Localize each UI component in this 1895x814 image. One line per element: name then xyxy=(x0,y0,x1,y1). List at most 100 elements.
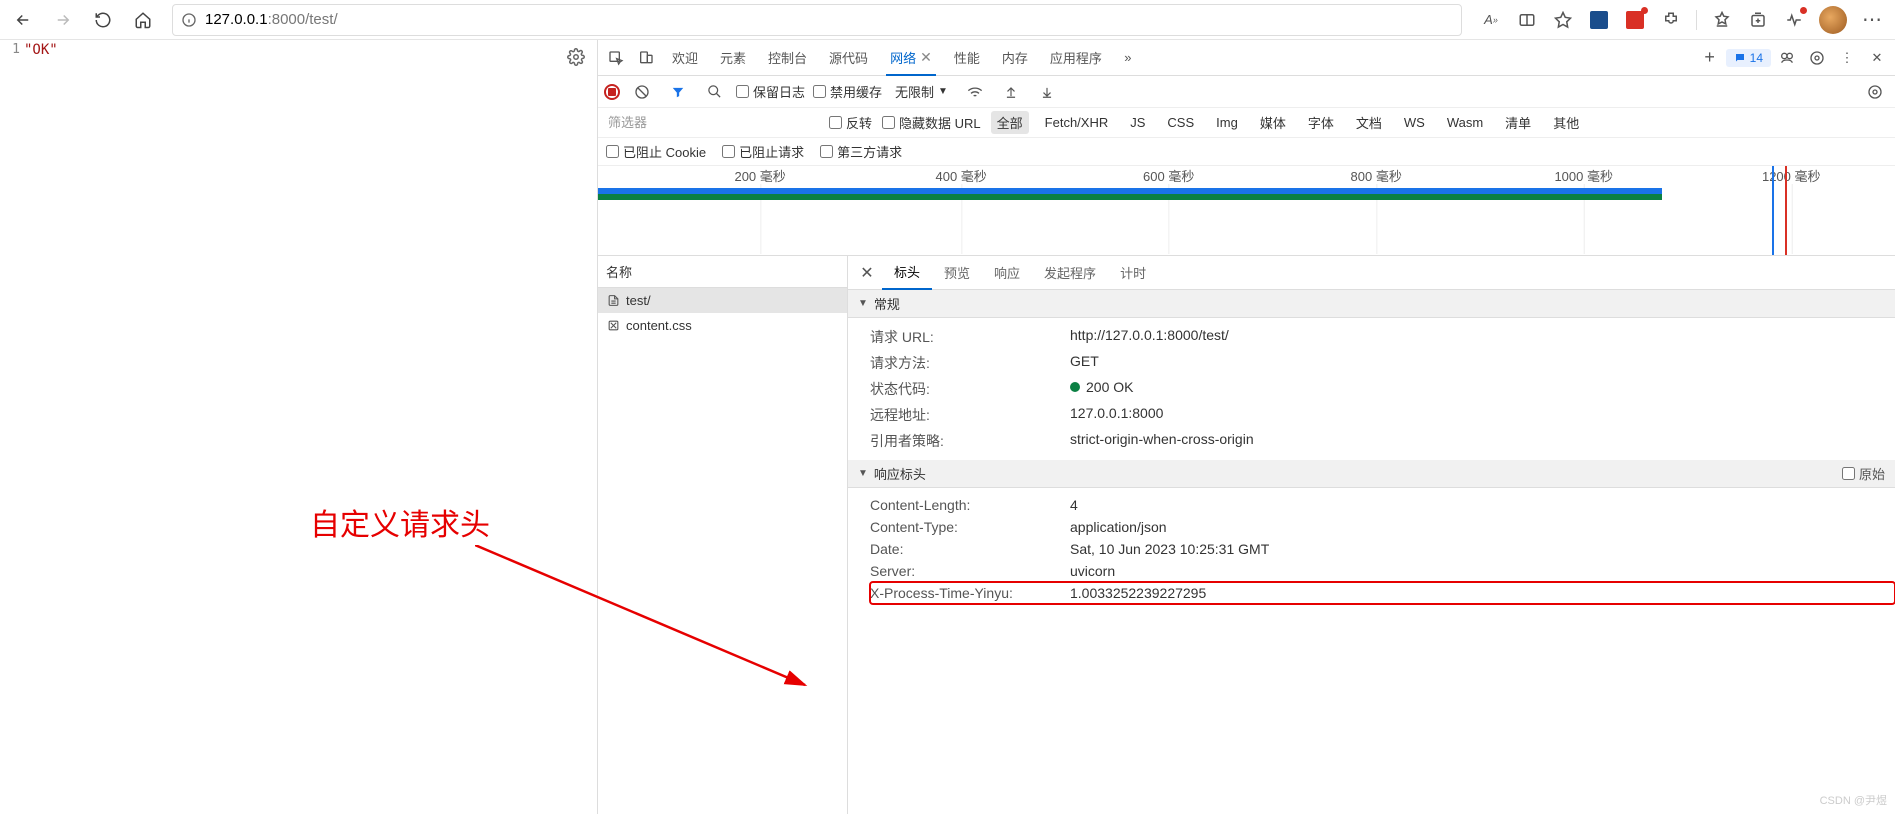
address-bar[interactable]: 127.0.0.1:8000/test/ xyxy=(172,4,1462,36)
tab-network[interactable]: 网络✕ xyxy=(880,40,942,76)
tab-application[interactable]: 应用程序 xyxy=(1040,40,1112,76)
header-value: application/json xyxy=(1070,519,1895,535)
type-fetch[interactable]: Fetch/XHR xyxy=(1039,113,1115,132)
ext-pdf-icon[interactable] xyxy=(1624,9,1646,31)
issues-badge[interactable]: 14 xyxy=(1726,49,1771,67)
type-all[interactable]: 全部 xyxy=(991,111,1029,134)
detail-tab-initiator[interactable]: 发起程序 xyxy=(1032,256,1108,290)
section-response-headers[interactable]: ▼ 响应标头 原始 xyxy=(848,460,1895,488)
throttle-select[interactable]: 无限制 ▼ xyxy=(890,79,953,104)
network-body: 名称 test/ content.css ✕ 标头 预览 响应 发起程序 计 xyxy=(598,256,1895,814)
close-devtools-icon[interactable]: ✕ xyxy=(1863,44,1891,72)
close-details-icon[interactable]: ✕ xyxy=(852,263,882,283)
filter-input[interactable] xyxy=(604,113,819,132)
header-key: 请求方法: xyxy=(870,353,1070,373)
type-img[interactable]: Img xyxy=(1210,113,1244,132)
detail-tab-timing[interactable]: 计时 xyxy=(1108,256,1158,290)
type-doc[interactable]: 文档 xyxy=(1350,111,1388,134)
avatar[interactable] xyxy=(1819,6,1847,34)
close-icon[interactable]: ✕ xyxy=(920,49,932,66)
forward-button[interactable] xyxy=(46,3,80,37)
header-key: Date: xyxy=(870,541,1070,557)
refresh-button[interactable] xyxy=(86,3,120,37)
type-js[interactable]: JS xyxy=(1124,113,1151,132)
tab-performance[interactable]: 性能 xyxy=(944,40,990,76)
waterfall-tick: 800 毫秒 xyxy=(1351,166,1402,185)
disable-cache-checkbox[interactable]: 禁用缓存 xyxy=(813,82,882,101)
filter-bar: 反转 隐藏数据 URL 全部 Fetch/XHR JS CSS Img 媒体 字… xyxy=(598,108,1895,138)
dock-menu-icon[interactable]: ⋮ xyxy=(1833,44,1861,72)
header-row: 请求方法:GET xyxy=(870,350,1895,376)
download-icon[interactable] xyxy=(1033,78,1061,106)
header-key: 引用者策略: xyxy=(870,431,1070,451)
column-name[interactable]: 名称 xyxy=(598,256,847,288)
invert-checkbox[interactable]: 反转 xyxy=(829,113,872,132)
ext-blue-icon[interactable] xyxy=(1588,9,1610,31)
header-row: Server:uvicorn xyxy=(870,560,1895,582)
page-settings-icon[interactable] xyxy=(567,48,585,66)
header-value: 200 OK xyxy=(1070,379,1895,399)
third-party-checkbox[interactable]: 第三方请求 xyxy=(820,142,902,161)
detail-tab-headers[interactable]: 标头 xyxy=(882,256,932,290)
waterfall-tick: 400 毫秒 xyxy=(936,166,987,185)
split-screen-icon[interactable] xyxy=(1516,9,1538,31)
performance-icon[interactable] xyxy=(1783,9,1805,31)
type-wasm[interactable]: Wasm xyxy=(1441,113,1489,132)
waterfall-overview[interactable]: 200 毫秒 400 毫秒 600 毫秒 800 毫秒 1000 毫秒 1200… xyxy=(598,166,1895,256)
tab-elements[interactable]: 元素 xyxy=(710,40,756,76)
browser-right-icons: A» ⋯ xyxy=(1474,6,1889,34)
type-media[interactable]: 媒体 xyxy=(1254,111,1292,134)
tab-sources[interactable]: 源代码 xyxy=(819,40,878,76)
detail-tab-response[interactable]: 响应 xyxy=(982,256,1032,290)
settings-icon[interactable] xyxy=(1803,44,1831,72)
network-settings-icon[interactable] xyxy=(1861,78,1889,106)
blocked-cookies-checkbox[interactable]: 已阻止 Cookie xyxy=(606,142,706,161)
wifi-icon[interactable] xyxy=(961,78,989,106)
section-general[interactable]: ▼常规 xyxy=(848,290,1895,318)
clear-icon[interactable] xyxy=(628,78,656,106)
watermark: CSDN @尹煜 xyxy=(1820,792,1887,808)
type-other[interactable]: 其他 xyxy=(1547,111,1585,134)
header-value: http://127.0.0.1:8000/test/ xyxy=(1070,327,1895,347)
filter-icon[interactable] xyxy=(664,78,692,106)
request-row[interactable]: content.css xyxy=(598,313,847,338)
tab-welcome[interactable]: 欢迎 xyxy=(662,40,708,76)
info-icon xyxy=(181,12,197,28)
back-button[interactable] xyxy=(6,3,40,37)
document-icon xyxy=(606,294,620,308)
tab-console[interactable]: 控制台 xyxy=(758,40,817,76)
line-number: 1 xyxy=(0,40,24,60)
preserve-log-checkbox[interactable]: 保留日志 xyxy=(736,82,805,101)
request-row[interactable]: test/ xyxy=(598,288,847,313)
more-menu-icon[interactable]: ⋯ xyxy=(1861,9,1883,31)
type-css[interactable]: CSS xyxy=(1161,113,1200,132)
home-button[interactable] xyxy=(126,3,160,37)
header-key: X-Process-Time-Yinyu: xyxy=(870,585,1070,601)
type-manifest[interactable]: 清单 xyxy=(1499,111,1537,134)
raw-checkbox[interactable]: 原始 xyxy=(1842,464,1885,483)
favorites-list-icon[interactable] xyxy=(1711,9,1733,31)
extensions-icon[interactable] xyxy=(1660,9,1682,31)
header-row: 请求 URL:http://127.0.0.1:8000/test/ xyxy=(870,324,1895,350)
feedback-icon[interactable] xyxy=(1773,44,1801,72)
reader-icon[interactable]: A» xyxy=(1480,9,1502,31)
record-button[interactable] xyxy=(604,84,620,100)
cookie-filter-bar: 已阻止 Cookie 已阻止请求 第三方请求 xyxy=(598,138,1895,166)
inspect-icon[interactable] xyxy=(602,44,630,72)
collections-icon[interactable] xyxy=(1747,9,1769,31)
header-row: Date:Sat, 10 Jun 2023 10:25:31 GMT xyxy=(870,538,1895,560)
hide-data-urls-checkbox[interactable]: 隐藏数据 URL xyxy=(882,113,981,132)
header-row: X-Process-Time-Yinyu:1.0033252239227295 xyxy=(870,582,1895,604)
blocked-requests-checkbox[interactable]: 已阻止请求 xyxy=(722,142,804,161)
favorite-icon[interactable] xyxy=(1552,9,1574,31)
device-icon[interactable] xyxy=(632,44,660,72)
type-ws[interactable]: WS xyxy=(1398,113,1431,132)
detail-tab-preview[interactable]: 预览 xyxy=(932,256,982,290)
tab-memory[interactable]: 内存 xyxy=(992,40,1038,76)
new-tab-icon[interactable]: + xyxy=(1696,44,1724,72)
search-icon[interactable] xyxy=(700,78,728,106)
upload-icon[interactable] xyxy=(997,78,1025,106)
browser-toolbar: 127.0.0.1:8000/test/ A» ⋯ xyxy=(0,0,1895,40)
type-font[interactable]: 字体 xyxy=(1302,111,1340,134)
more-tabs-icon[interactable]: » xyxy=(1114,44,1142,72)
